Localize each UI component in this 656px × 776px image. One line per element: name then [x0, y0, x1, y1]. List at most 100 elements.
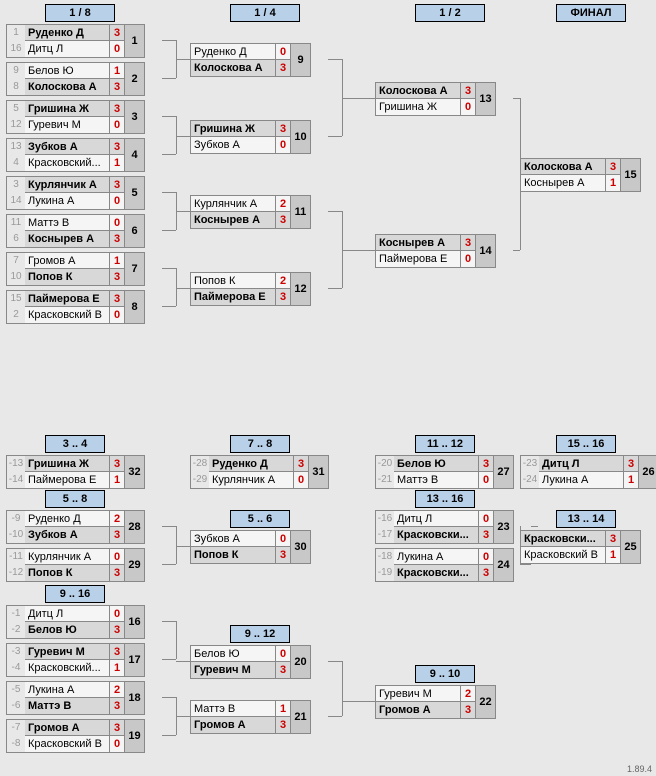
seed: -2: [7, 622, 25, 638]
match-number: 9: [291, 43, 311, 77]
match: -1Дитц Л0-2Белов Ю316: [6, 605, 145, 639]
player-row: Громов А3: [376, 702, 475, 718]
bracket-connector: [162, 564, 176, 565]
player-score: 0: [110, 736, 124, 752]
match: Коснырев А3Паймерова Е014: [375, 234, 496, 268]
player-score: 1: [624, 472, 638, 488]
player-name: Колоскова А: [376, 83, 461, 99]
bracket-connector: [176, 116, 177, 154]
player-score: 3: [110, 622, 124, 638]
player-score: 1: [110, 253, 124, 269]
match: -28Руденко Д3-29Курлянчик А031: [190, 455, 329, 489]
player-row: 3Курлянчик А3: [7, 177, 124, 193]
player-name: Паймерова Е: [25, 472, 110, 488]
player-score: 3: [276, 289, 290, 305]
player-name: Коснырев А: [376, 235, 461, 251]
round-header: 15 .. 16: [556, 435, 616, 453]
player-row: -9Руденко Д2: [7, 511, 124, 527]
match: 11Маттэ В06Коснырев А36: [6, 214, 145, 248]
player-score: 1: [276, 701, 290, 717]
player-score: 3: [110, 269, 124, 285]
seed: 6: [7, 231, 25, 247]
seed: -21: [376, 472, 394, 488]
player-row: -20Белов Ю3: [376, 456, 493, 472]
seed: -10: [7, 527, 25, 543]
player-row: Белов Ю0: [191, 646, 290, 662]
player-row: 1Руденко Д3: [7, 25, 124, 41]
player-name: Попов К: [191, 273, 276, 289]
player-score: 3: [110, 698, 124, 714]
player-name: Лукина А: [394, 549, 479, 565]
match: Колоскова А3Коснырев А115: [520, 158, 641, 192]
player-name: Паймерова Е: [376, 251, 461, 267]
player-row: 2Красковский В0: [7, 307, 124, 323]
match-number: 5: [125, 176, 145, 210]
seed: -9: [7, 511, 25, 527]
seed: -20: [376, 456, 394, 472]
round-header: 1 / 4: [230, 4, 300, 22]
player-name: Зубков А: [191, 137, 276, 153]
player-score: 3: [479, 527, 493, 543]
round-header: 7 .. 8: [230, 435, 290, 453]
player-score: 2: [110, 682, 124, 698]
player-score: 1: [110, 155, 124, 171]
player-row: 8Колоскова А3: [7, 79, 124, 95]
player-score: 3: [110, 527, 124, 543]
bracket-connector: [328, 59, 342, 60]
bracket-connector: [162, 78, 176, 79]
player-score: 3: [276, 121, 290, 137]
player-score: 0: [110, 549, 124, 565]
player-name: Коснырев А: [191, 212, 276, 228]
player-name: Зубков А: [191, 531, 276, 547]
bracket-connector: [531, 526, 538, 527]
bracket-connector: [162, 268, 176, 269]
player-name: Курлянчик А: [191, 196, 276, 212]
player-score: 3: [276, 662, 290, 678]
player-score: 1: [110, 63, 124, 79]
match-number: 19: [125, 719, 145, 753]
seed: -14: [7, 472, 25, 488]
bracket-connector: [342, 661, 343, 716]
bracket-connector: [162, 116, 176, 117]
match-number: 22: [476, 685, 496, 719]
player-row: -23Дитц Л3: [521, 456, 638, 472]
round-header: 1 / 2: [415, 4, 485, 22]
version-label: 1.89.4: [627, 764, 652, 774]
match: Попов К2Паймерова Е312: [190, 272, 311, 306]
seed: -17: [376, 527, 394, 543]
player-score: 3: [110, 231, 124, 247]
player-name: Красковский В: [521, 547, 606, 563]
player-name: Белов Ю: [394, 456, 479, 472]
player-name: Коснырев А: [521, 175, 606, 191]
player-score: 2: [276, 273, 290, 289]
player-score: 3: [110, 720, 124, 736]
match: Маттэ В1Громов А321: [190, 700, 311, 734]
player-row: Зубков А0: [191, 137, 290, 153]
bracket-connector: [176, 288, 190, 289]
player-name: Попов К: [191, 547, 276, 563]
match-number: 21: [291, 700, 311, 734]
player-score: 1: [110, 472, 124, 488]
player-score: 3: [479, 565, 493, 581]
round-header: 1 / 8: [45, 4, 115, 22]
match: 9Белов Ю18Колоскова А32: [6, 62, 145, 96]
player-name: Красковский В: [25, 736, 110, 752]
player-name: Колоскова А: [521, 159, 606, 175]
player-row: -13Гришина Ж3: [7, 456, 124, 472]
player-name: Гришина Ж: [191, 121, 276, 137]
player-row: -6Маттэ В3: [7, 698, 124, 714]
player-score: 0: [110, 307, 124, 323]
seed: 7: [7, 253, 25, 269]
match-number: 4: [125, 138, 145, 172]
bracket-connector: [162, 154, 176, 155]
player-row: Гришина Ж3: [191, 121, 290, 137]
player-name: Дитц Л: [394, 511, 479, 527]
bracket-connector: [162, 192, 176, 193]
player-name: Лукина А: [539, 472, 624, 488]
player-row: -24Лукина А1: [521, 472, 638, 488]
player-name: Громов А: [376, 702, 461, 718]
player-row: Зубков А0: [191, 531, 290, 547]
match-number: 29: [125, 548, 145, 582]
player-row: 11Маттэ В0: [7, 215, 124, 231]
player-name: Руденко Д: [191, 44, 276, 60]
